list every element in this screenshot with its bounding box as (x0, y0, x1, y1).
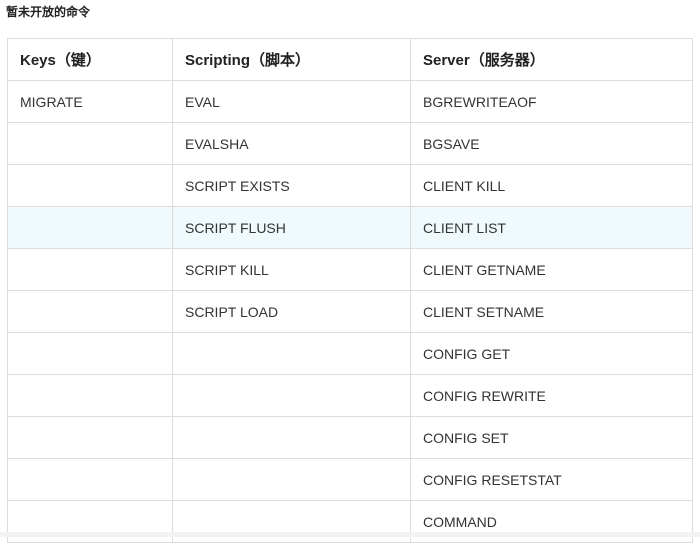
server-cell: CLIENT LIST (410, 206, 693, 249)
keys-cell (7, 206, 173, 249)
scripting-cell: SCRIPT EXISTS (172, 164, 411, 207)
table-row: CONFIG SET (7, 416, 693, 459)
scripting-cell (172, 332, 411, 375)
table-row: CONFIG GET (7, 332, 693, 375)
table-header-row: Keys（键） Scripting（脚本） Server（服务器） (7, 38, 693, 81)
table-row: SCRIPT LOAD CLIENT SETNAME (7, 290, 693, 333)
keys-cell (7, 374, 173, 417)
keys-cell (7, 122, 173, 165)
table-row: MIGRATE EVAL BGREWRITEAOF (7, 80, 693, 123)
keys-cell (7, 248, 173, 291)
server-cell: CONFIG REWRITE (410, 374, 693, 417)
keys-cell (7, 332, 173, 375)
table-row: CONFIG REWRITE (7, 374, 693, 417)
table-row: SCRIPT FLUSH CLIENT LIST (7, 206, 693, 249)
keys-cell (7, 416, 173, 459)
commands-table-container: Keys（键） Scripting（脚本） Server（服务器） MIGRAT… (7, 38, 693, 543)
scripting-cell: SCRIPT FLUSH (172, 206, 411, 249)
server-cell: BGREWRITEAOF (410, 80, 693, 123)
server-cell: BGSAVE (410, 122, 693, 165)
keys-cell (7, 164, 173, 207)
server-cell: CONFIG GET (410, 332, 693, 375)
keys-cell: MIGRATE (7, 80, 173, 123)
header-scripting: Scripting（脚本） (172, 38, 411, 81)
unsupported-commands-table: Keys（键） Scripting（脚本） Server（服务器） MIGRAT… (7, 38, 693, 543)
scripting-cell: SCRIPT LOAD (172, 290, 411, 333)
server-cell: CLIENT KILL (410, 164, 693, 207)
scripting-cell (172, 374, 411, 417)
scripting-cell (172, 458, 411, 501)
scripting-cell: EVALSHA (172, 122, 411, 165)
header-server: Server（服务器） (410, 38, 693, 81)
horizontal-scrollbar-track[interactable] (0, 532, 700, 537)
table-row: CONFIG RESETSTAT (7, 458, 693, 501)
server-cell: CONFIG RESETSTAT (410, 458, 693, 501)
scripting-cell: SCRIPT KILL (172, 248, 411, 291)
table-body: MIGRATE EVAL BGREWRITEAOF EVALSHA BGSAVE SCRI… (7, 80, 693, 543)
section-caption: 暂未开放的命令 (6, 5, 91, 19)
scripting-cell: EVAL (172, 80, 411, 123)
scripting-cell (172, 416, 411, 459)
keys-cell (7, 290, 173, 333)
keys-cell (7, 458, 173, 501)
header-keys: Keys（键） (7, 38, 173, 81)
table-row: EVALSHA BGSAVE (7, 122, 693, 165)
server-cell: CLIENT GETNAME (410, 248, 693, 291)
server-cell: CONFIG SET (410, 416, 693, 459)
table-row: SCRIPT KILL CLIENT GETNAME (7, 248, 693, 291)
table-row: SCRIPT EXISTS CLIENT KILL (7, 164, 693, 207)
server-cell: CLIENT SETNAME (410, 290, 693, 333)
